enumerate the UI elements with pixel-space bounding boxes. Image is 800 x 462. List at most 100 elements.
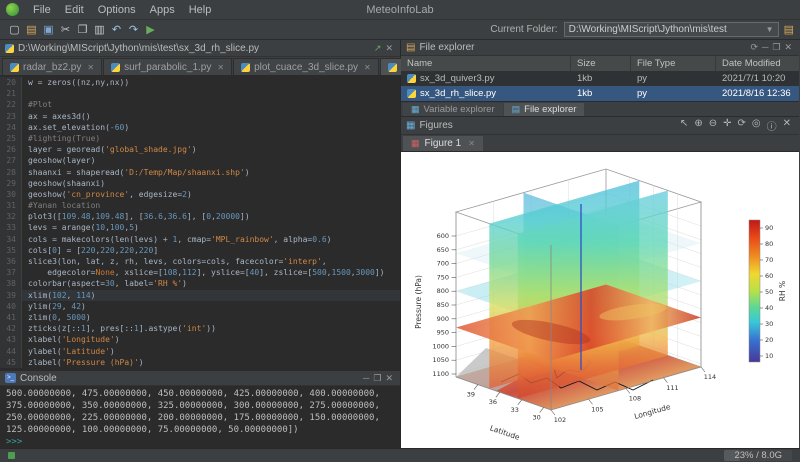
- undo-icon[interactable]: ↶: [108, 22, 125, 38]
- tab-variable-explorer[interactable]: ▦Variable explorer: [403, 103, 503, 116]
- code-line[interactable]: 21: [0, 88, 400, 99]
- identify-icon[interactable]: ⓘ: [764, 118, 780, 133]
- close-icon[interactable]: ✕: [364, 63, 371, 72]
- line-number: 36: [0, 256, 22, 267]
- close-icon[interactable]: ✕: [468, 139, 475, 148]
- line-number: 41: [0, 312, 22, 323]
- code-text: xlabel('Longitude'): [22, 334, 120, 345]
- pressure-tick-label: 1000: [432, 342, 449, 350]
- code-line[interactable]: 23ax = axes3d(): [0, 111, 400, 122]
- code-line[interactable]: 24ax.set_elevation(-60): [0, 122, 400, 133]
- column-header-name[interactable]: Name: [401, 56, 571, 71]
- code-text: ax = axes3d(): [22, 111, 91, 122]
- code-line[interactable]: 42zticks(z[::1], pres[::1].astype('int')…: [0, 323, 400, 334]
- editor-code[interactable]: 20w = zeros((nz,ny,nx))2122#Plot23ax = a…: [0, 76, 400, 370]
- redo-icon[interactable]: ↷: [125, 22, 142, 38]
- current-folder-select[interactable]: D:\Working\MIScript\Jython\mis\test ▼: [564, 22, 779, 37]
- file-name-cell: sx_3d_rh_slice.py: [401, 86, 571, 101]
- figure-canvas[interactable]: 908070605040302010 600650700750800850900…: [401, 152, 799, 448]
- code-line[interactable]: 40ylim(29, 42): [0, 301, 400, 312]
- copy-icon[interactable]: ❐: [74, 22, 91, 38]
- code-line[interactable]: 31#Yanan location: [0, 200, 400, 211]
- run-script-icon[interactable]: ▶: [142, 22, 159, 38]
- code-line[interactable]: 36slice3(lon, lat, z, rh, levs, colors=c…: [0, 256, 400, 267]
- table-row[interactable]: sx_3d_quiver3.py1kbpy2021/7/1 10:20: [401, 71, 799, 86]
- menu-item-help[interactable]: Help: [182, 2, 219, 18]
- code-line[interactable]: 35cols[0] = [220,220,220,220]: [0, 245, 400, 256]
- code-line[interactable]: 29geoshow(shaanxi): [0, 178, 400, 189]
- code-text: levs = arange(10,100,5): [22, 222, 139, 233]
- code-line[interactable]: 26layer = georead('global_shade.jpg'): [0, 144, 400, 155]
- paste-icon[interactable]: ▥: [91, 22, 108, 38]
- menu-item-edit[interactable]: Edit: [58, 2, 91, 18]
- file-date-cell: 2021/8/16 12:36: [716, 86, 799, 101]
- save-icon[interactable]: ▣: [40, 22, 57, 38]
- editor-tab[interactable]: surf_parabolic_1.py✕: [103, 58, 232, 75]
- code-line[interactable]: 45zlabel('Pressure (hPa)'): [0, 357, 400, 368]
- refresh-icon[interactable]: ⟳: [748, 42, 760, 53]
- console-output[interactable]: 500.00000000, 475.00000000, 450.00000000…: [0, 386, 400, 448]
- float-editor-icon[interactable]: ↗: [372, 43, 384, 54]
- close-icon[interactable]: ✕: [217, 63, 224, 72]
- menu-item-apps[interactable]: Apps: [143, 2, 182, 18]
- tab-file-explorer[interactable]: ▤File explorer: [504, 103, 585, 116]
- open-folder-icon[interactable]: ▤: [23, 22, 40, 38]
- rotate-icon[interactable]: ⟳: [734, 118, 748, 133]
- code-line[interactable]: 32plot3([109.48,109.48], [36.6,36.6], [0…: [0, 211, 400, 222]
- table-row[interactable]: sx_3d_rh_slice.py1kbpy2021/8/16 12:36: [401, 86, 799, 101]
- close-icon[interactable]: ✕: [87, 63, 94, 72]
- code-line[interactable]: 43xlabel('Longitude'): [0, 334, 400, 345]
- menu-item-file[interactable]: File: [26, 2, 58, 18]
- pan-icon[interactable]: ✛: [720, 118, 734, 133]
- code-line[interactable]: 27geoshow(layer): [0, 155, 400, 166]
- code-line[interactable]: 28shaanxi = shaperead('D:/Temp/Map/shaan…: [0, 167, 400, 178]
- console-header: >_ Console ─❐✕: [0, 370, 400, 386]
- console-prompt-line[interactable]: >>>: [6, 436, 394, 448]
- cut-icon[interactable]: ✂: [57, 22, 74, 38]
- full-extent-icon[interactable]: ◎: [749, 118, 764, 133]
- zoom-out-icon[interactable]: ⊖: [706, 118, 720, 133]
- code-line[interactable]: 33levs = arange(10,100,5): [0, 222, 400, 233]
- float-panel-icon[interactable]: ❐: [770, 42, 782, 53]
- chevron-down-icon[interactable]: ▼: [766, 25, 774, 34]
- code-line[interactable]: 25#lighting(True): [0, 133, 400, 144]
- close-editor-icon[interactable]: ✕: [383, 43, 395, 54]
- code-line[interactable]: 44ylabel('Latitude'): [0, 346, 400, 357]
- file-name-cell: sx_3d_quiver3.py: [401, 71, 571, 86]
- select-cursor-icon[interactable]: ↖: [677, 118, 691, 133]
- code-line[interactable]: 38colorbar(aspect=30, label='RH %'): [0, 278, 400, 289]
- close-panel-icon[interactable]: ✕: [782, 42, 794, 53]
- close-panel-icon[interactable]: ✕: [383, 373, 395, 384]
- column-header-size[interactable]: Size: [571, 56, 631, 71]
- browse-folder-icon[interactable]: ▤: [784, 23, 794, 36]
- code-line[interactable]: 34cols = makecolors(len(levs) + 1, cmap=…: [0, 234, 400, 245]
- code-line[interactable]: 20w = zeros((nz,ny,nx)): [0, 77, 400, 88]
- new-file-icon[interactable]: ▢: [6, 22, 23, 38]
- zoom-in-icon[interactable]: ⊕: [691, 118, 705, 133]
- code-text: edgecolor=None, xslice=[108,112], yslice…: [22, 267, 385, 278]
- file-type-cell: py: [631, 86, 716, 101]
- code-line[interactable]: 30geoshow('cn_province', edgesize=2): [0, 189, 400, 200]
- code-line[interactable]: 22#Plot: [0, 99, 400, 110]
- editor-tab[interactable]: radar_bz2.py✕: [2, 58, 102, 75]
- minimize-panel-icon[interactable]: ─: [760, 42, 770, 53]
- status-indicator: [8, 452, 15, 459]
- pressure-tick-label: 700: [437, 260, 449, 268]
- figures-header: ▦ Figures ↖⊕⊖✛⟳◎ⓘ✕: [401, 117, 799, 135]
- code-line[interactable]: 41zlim(0, 5000): [0, 312, 400, 323]
- minimize-panel-icon[interactable]: ─: [361, 373, 371, 384]
- float-panel-icon[interactable]: ❐: [371, 373, 383, 384]
- column-header-date-modified[interactable]: Date Modified: [716, 56, 799, 71]
- console-prompt: >>>: [6, 437, 22, 447]
- code-line[interactable]: 39xlim(102, 114): [0, 290, 400, 301]
- code-line[interactable]: 37 edgecolor=None, xslice=[108,112], ysl…: [0, 267, 400, 278]
- close-panel-icon[interactable]: ✕: [780, 118, 794, 133]
- status-bar: 23% / 8.0G: [0, 448, 800, 462]
- memory-indicator[interactable]: 23% / 8.0G: [724, 450, 792, 461]
- figure-tab[interactable]: ▦ Figure 1 ✕: [403, 136, 483, 151]
- latitude-tick-label: 30: [533, 413, 541, 421]
- menu-item-options[interactable]: Options: [91, 2, 143, 18]
- editor-tab[interactable]: plot_cuace_3d_slice.py✕: [233, 58, 379, 75]
- figure-tab-icon: ▦: [411, 138, 420, 149]
- column-header-file-type[interactable]: File Type: [631, 56, 716, 71]
